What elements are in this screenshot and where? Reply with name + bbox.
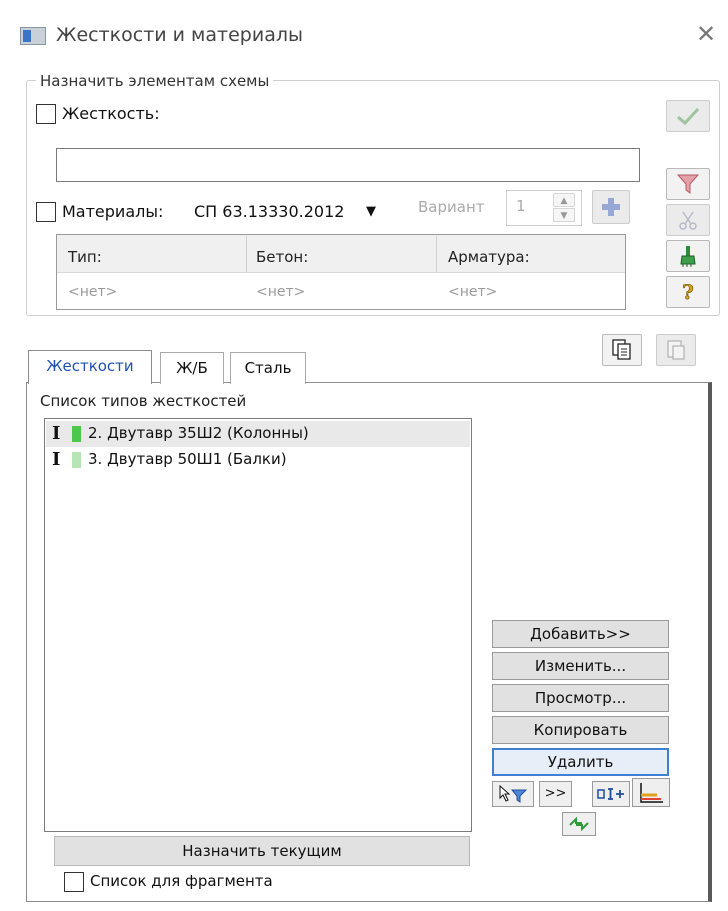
- add-material-button[interactable]: [592, 190, 630, 224]
- column-divider: [246, 236, 247, 272]
- table-header-rebar: Арматура:: [448, 248, 530, 266]
- brush-icon: [680, 246, 696, 267]
- spin-up-icon[interactable]: ▲: [553, 193, 575, 207]
- delete-button[interactable]: Удалить: [492, 748, 669, 776]
- copy-button[interactable]: Копировать: [492, 716, 669, 744]
- norm-dropdown-value[interactable]: СП 63.13330.2012: [194, 202, 344, 221]
- list-item-label: 2. Двутавр 35Ш2 (Колонны): [88, 424, 309, 442]
- view-button[interactable]: Просмотр...: [492, 684, 669, 712]
- move-right-button[interactable]: >>: [539, 781, 572, 807]
- edit-button[interactable]: Изменить...: [492, 652, 669, 680]
- apply-check-button[interactable]: [666, 100, 710, 132]
- chevron-down-icon[interactable]: ▼: [366, 204, 376, 219]
- i-beam-icon: I: [52, 449, 61, 470]
- checkmark-icon: [677, 107, 700, 126]
- brush-button[interactable]: [666, 240, 710, 272]
- close-icon[interactable]: ✕: [692, 20, 720, 48]
- variant-value: 1: [516, 197, 526, 215]
- list-item[interactable]: I 3. Двутавр 50Ш1 (Балки): [46, 447, 470, 473]
- table-cell-type: <нет>: [68, 284, 118, 300]
- refresh-swap-button[interactable]: [562, 812, 596, 836]
- cursor-filter-icon: [499, 784, 528, 803]
- plus-icon: [602, 198, 620, 216]
- filter-button[interactable]: [666, 168, 710, 200]
- table-cell-rebar: <нет>: [448, 284, 498, 300]
- window-app-icon: [20, 27, 46, 45]
- funnel-icon: [676, 174, 700, 194]
- swap-arrows-icon: [569, 816, 589, 832]
- stiffness-list[interactable]: [44, 418, 472, 832]
- paste-document-button[interactable]: [656, 334, 696, 366]
- stiffness-label: Жесткость:: [62, 104, 160, 123]
- axes-button[interactable]: [632, 778, 670, 807]
- paste-icon: [667, 340, 685, 360]
- variant-label: Вариант: [418, 198, 485, 216]
- materials-label: Материалы:: [62, 202, 164, 221]
- color-swatch: [72, 452, 81, 468]
- list-item[interactable]: I 2. Двутавр 35Ш2 (Колонны): [46, 421, 470, 447]
- materials-checkbox[interactable]: [36, 202, 56, 222]
- section-arrow-icon: [597, 788, 624, 800]
- fragment-checkbox[interactable]: [64, 872, 84, 892]
- scissors-icon: [679, 211, 697, 230]
- materials-table-header: [57, 235, 625, 273]
- help-button[interactable]: ?: [666, 276, 710, 308]
- stiffness-checkbox[interactable]: [36, 104, 56, 124]
- copy-document-button[interactable]: [602, 334, 642, 366]
- table-header-type: Тип:: [68, 248, 102, 266]
- column-divider: [436, 236, 437, 272]
- color-swatch: [72, 426, 81, 442]
- svg-text:?: ?: [682, 280, 694, 304]
- tab-steel[interactable]: Сталь: [230, 352, 306, 384]
- add-button[interactable]: Добавить>>: [492, 620, 669, 648]
- table-cell-concrete: <нет>: [256, 284, 306, 300]
- i-beam-icon: I: [52, 423, 61, 444]
- table-header-concrete: Бетон:: [256, 248, 309, 266]
- tab-reinforced-concrete[interactable]: Ж/Б: [160, 352, 224, 384]
- stiffness-input[interactable]: [56, 148, 640, 182]
- tab-stiffness[interactable]: Жесткости: [28, 350, 152, 384]
- select-filter-button[interactable]: [492, 781, 534, 807]
- assign-current-button[interactable]: Назначить текущим: [54, 836, 470, 866]
- assign-group-legend: Назначить элементам схемы: [36, 72, 274, 90]
- window-title: Жесткости и материалы: [56, 24, 303, 46]
- cut-button[interactable]: [666, 204, 710, 236]
- axes-icon: [640, 782, 663, 803]
- section-button[interactable]: [592, 781, 630, 807]
- spin-down-icon[interactable]: ▼: [553, 208, 575, 222]
- fragment-label: Список для фрагмента: [90, 872, 273, 890]
- question-icon: ?: [682, 280, 694, 304]
- list-item-label: 3. Двутавр 50Ш1 (Балки): [88, 450, 287, 468]
- documents-icon: [612, 339, 631, 360]
- stiffness-list-caption: Список типов жесткостей: [40, 392, 247, 410]
